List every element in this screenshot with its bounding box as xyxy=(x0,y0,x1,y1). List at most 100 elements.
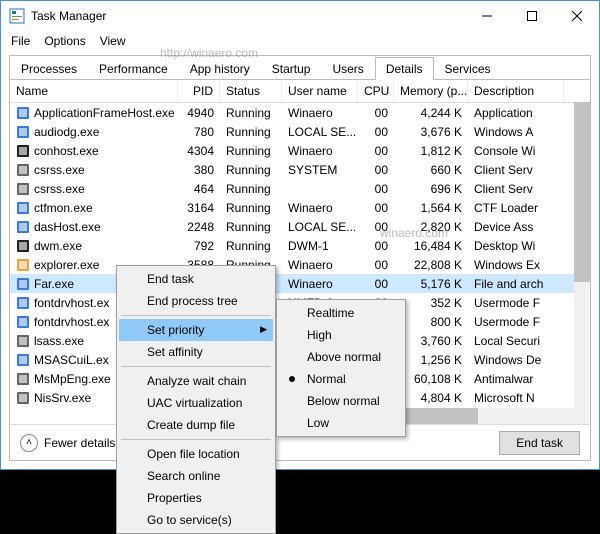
priority-high[interactable]: High xyxy=(279,324,403,346)
process-name: Far.exe xyxy=(34,277,74,291)
process-status: Running xyxy=(220,124,282,140)
ctx-set-priority[interactable]: Set priority▶ xyxy=(119,319,273,341)
close-button[interactable] xyxy=(554,1,599,31)
tab-services[interactable]: Services xyxy=(434,57,502,80)
ctx-properties[interactable]: Properties xyxy=(119,487,273,509)
process-icon xyxy=(16,106,30,120)
col-pid[interactable]: PID xyxy=(178,80,220,102)
ctx-set-priority-label: Set priority xyxy=(147,323,204,337)
col-status[interactable]: Status xyxy=(220,80,282,102)
ctx-search-online[interactable]: Search online xyxy=(119,465,273,487)
process-icon xyxy=(16,144,30,158)
fewer-details-toggle[interactable]: ˄ Fewer details xyxy=(20,434,115,452)
priority-submenu: Realtime High Above normal Normal Below … xyxy=(276,299,406,437)
ctx-open-file-location[interactable]: Open file location xyxy=(119,443,273,465)
process-icon xyxy=(16,296,30,310)
vertical-scrollbar-thumb[interactable] xyxy=(574,102,590,282)
ctx-go-to-services[interactable]: Go to service(s) xyxy=(119,509,273,531)
table-row[interactable]: Far.exeRunningWinaero005,176 KFile and a… xyxy=(10,274,590,293)
process-description: Local Securi xyxy=(468,333,564,349)
process-name: ctfmon.exe xyxy=(34,201,93,215)
process-icon xyxy=(16,201,30,215)
col-description[interactable]: Description xyxy=(468,80,564,102)
menu-file[interactable]: File xyxy=(5,32,36,50)
process-memory: 1,812 K xyxy=(394,143,468,159)
process-description: Windows Ex xyxy=(468,257,564,273)
process-icon xyxy=(16,125,30,139)
priority-realtime[interactable]: Realtime xyxy=(279,302,403,324)
titlebar[interactable]: Task Manager xyxy=(1,1,599,31)
maximize-button[interactable] xyxy=(509,1,554,31)
process-icon xyxy=(16,372,30,386)
process-cpu: 00 xyxy=(358,162,394,178)
process-memory: 1,564 K xyxy=(394,200,468,216)
ctx-uac-virtualization[interactable]: UAC virtualization xyxy=(119,392,273,414)
vertical-scrollbar[interactable] xyxy=(574,102,590,424)
process-pid: 2248 xyxy=(178,219,220,235)
col-cpu[interactable]: CPU xyxy=(358,80,394,102)
table-row[interactable]: ctfmon.exe3164RunningWinaero001,564 KCTF… xyxy=(10,198,590,217)
menu-view[interactable]: View xyxy=(94,32,132,50)
process-cpu: 00 xyxy=(358,257,394,273)
process-name: csrss.exe xyxy=(34,163,85,177)
process-user: Winaero xyxy=(282,257,358,273)
tab-details[interactable]: Details xyxy=(375,57,434,80)
table-row[interactable]: conhost.exe4304RunningWinaero001,812 KCo… xyxy=(10,141,590,160)
ctx-set-affinity[interactable]: Set affinity xyxy=(119,341,273,363)
chevron-up-icon: ˄ xyxy=(20,434,38,452)
priority-below-normal[interactable]: Below normal xyxy=(279,390,403,412)
process-status: Running xyxy=(220,238,282,254)
process-description: Application xyxy=(468,105,564,121)
tab-performance[interactable]: Performance xyxy=(88,57,179,80)
process-description: Windows De xyxy=(468,352,564,368)
process-icon xyxy=(16,353,30,367)
process-icon xyxy=(16,258,30,272)
tab-strip: Processes Performance App history Startu… xyxy=(10,56,590,80)
col-user[interactable]: User name xyxy=(282,80,358,102)
tab-users[interactable]: Users xyxy=(321,57,374,80)
tab-startup[interactable]: Startup xyxy=(261,57,322,80)
ctx-analyze-wait-chain[interactable]: Analyze wait chain xyxy=(119,370,273,392)
process-user: Winaero xyxy=(282,200,358,216)
process-status: Running xyxy=(220,181,282,197)
col-name[interactable]: Name xyxy=(10,80,178,102)
ctx-end-task[interactable]: End task xyxy=(119,268,273,290)
process-description: Client Serv xyxy=(468,162,564,178)
table-row[interactable]: csrss.exe380RunningSYSTEM00660 KClient S… xyxy=(10,160,590,179)
process-user: LOCAL SE... xyxy=(282,219,358,235)
process-description: File and arch xyxy=(468,276,564,292)
priority-above-normal[interactable]: Above normal xyxy=(279,346,403,368)
process-status: Running xyxy=(220,143,282,159)
process-icon xyxy=(16,315,30,329)
ctx-end-process-tree[interactable]: End process tree xyxy=(119,290,273,312)
process-cpu: 00 xyxy=(358,105,394,121)
process-name: dasHost.exe xyxy=(34,220,101,234)
process-cpu: 00 xyxy=(358,219,394,235)
process-name: fontdrvhost.ex xyxy=(34,296,109,310)
menu-options[interactable]: Options xyxy=(38,32,91,50)
process-icon xyxy=(16,391,30,405)
tab-processes[interactable]: Processes xyxy=(10,57,88,80)
table-row[interactable]: csrss.exe464Running00696 KClient Serv xyxy=(10,179,590,198)
ctx-create-dump-file[interactable]: Create dump file xyxy=(119,414,273,436)
process-name: lsass.exe xyxy=(34,334,84,348)
table-row[interactable]: ApplicationFrameHost.exe4940RunningWinae… xyxy=(10,103,590,122)
priority-low[interactable]: Low xyxy=(279,412,403,434)
process-cpu: 00 xyxy=(358,238,394,254)
end-task-button[interactable]: End task xyxy=(499,431,580,455)
process-pid: 3164 xyxy=(178,200,220,216)
process-description: Device Ass xyxy=(468,219,564,235)
process-memory: 2,820 K xyxy=(394,219,468,235)
col-memory[interactable]: Memory (p... xyxy=(394,80,468,102)
table-row[interactable]: audiodg.exe780RunningLOCAL SE...003,676 … xyxy=(10,122,590,141)
process-memory: 16,484 K xyxy=(394,238,468,254)
tab-app-history[interactable]: App history xyxy=(179,57,261,80)
table-row[interactable]: dasHost.exe2248RunningLOCAL SE...002,820… xyxy=(10,217,590,236)
table-header: Name PID Status User name CPU Memory (p.… xyxy=(10,80,590,103)
table-row[interactable]: explorer.exe3588RunningWinaero0022,808 K… xyxy=(10,255,590,274)
process-memory: 3,676 K xyxy=(394,124,468,140)
process-user: Winaero xyxy=(282,276,358,292)
priority-normal[interactable]: Normal xyxy=(279,368,403,390)
table-row[interactable]: dwm.exe792RunningDWM-10016,484 KDesktop … xyxy=(10,236,590,255)
minimize-button[interactable] xyxy=(464,1,509,31)
